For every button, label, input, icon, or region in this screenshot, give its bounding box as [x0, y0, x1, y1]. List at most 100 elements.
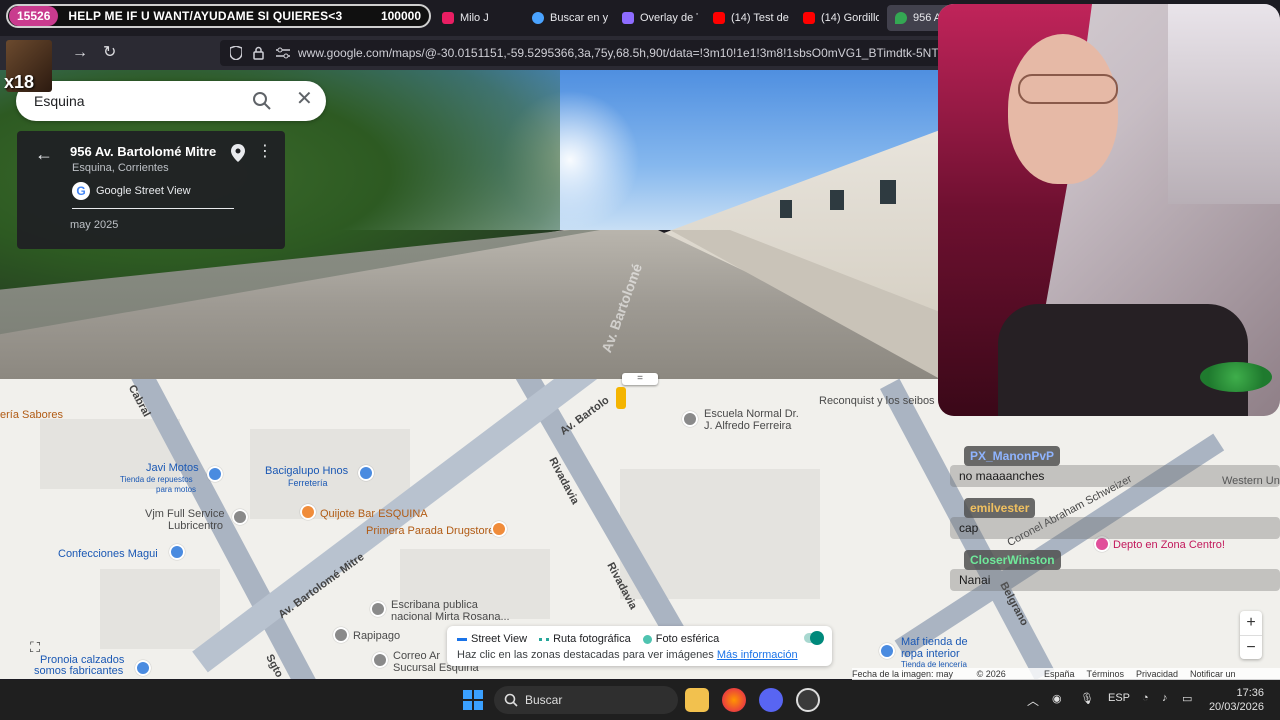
chat-message-text: cap — [959, 521, 979, 535]
shopping-bag-icon[interactable] — [135, 660, 151, 676]
bar-icon[interactable] — [491, 521, 507, 537]
shopping-bag-icon[interactable] — [879, 643, 895, 659]
payment-icon[interactable] — [333, 627, 349, 643]
discord-icon[interactable] — [759, 688, 783, 712]
legend-note: Haz clic en las zonas destacadas para ve… — [457, 649, 798, 661]
more-info-link[interactable]: Más información — [717, 649, 798, 661]
zoom-out-button[interactable]: − — [1240, 635, 1262, 659]
forward-icon[interactable]: → — [72, 44, 88, 62]
poi-maf[interactable]: Maf tienda de — [901, 636, 968, 648]
firefox-icon[interactable] — [722, 688, 746, 712]
chat-message-text: Nanai — [959, 573, 991, 587]
notary-icon[interactable] — [370, 601, 386, 617]
legend-label: Ruta fotográfica — [553, 633, 631, 645]
taskbar-search[interactable]: Buscar — [494, 686, 678, 714]
tab-test[interactable]: (14) Test de — [713, 5, 789, 31]
youtube-favicon-icon — [713, 12, 725, 24]
tab-milo-j[interactable]: Milo J — [442, 5, 489, 31]
shield-icon[interactable] — [230, 46, 242, 60]
windows-start-icon[interactable] — [463, 690, 483, 710]
school-icon[interactable] — [682, 411, 698, 427]
more-options-icon[interactable]: ⋮ — [257, 144, 273, 160]
tab-overlay[interactable]: Overlay de T — [622, 5, 698, 31]
capture-date[interactable]: may 2025 — [70, 219, 118, 231]
overlay-multiplier: x18 — [4, 72, 35, 92]
lock-icon[interactable] — [253, 46, 264, 60]
poi-reconquist[interactable]: Reconquist y los seibos — [819, 395, 935, 407]
language-indicator[interactable]: ESP — [1108, 692, 1130, 704]
search-input[interactable]: Esquina — [34, 93, 85, 109]
poi-correo[interactable]: Correo Ar — [393, 650, 440, 662]
image-date: Fecha de la imagen: may 2025 — [852, 669, 954, 691]
tab-gordillo[interactable]: (14) Gordillo — [803, 5, 879, 31]
chevron-up-icon[interactable]: ︿ — [1027, 692, 1039, 709]
search-icon[interactable] — [252, 91, 272, 111]
map-footer: Fecha de la imagen: may 2025 © 2026 Goog… — [852, 668, 1280, 691]
poi-bacigalupo[interactable]: Bacigalupo Hnos — [265, 465, 348, 477]
youtube-favicon-icon — [803, 12, 815, 24]
poi-quijote[interactable]: Quijote Bar ESQUINA — [320, 508, 428, 520]
place-subtitle: Esquina, Corrientes — [72, 162, 169, 174]
shopping-bag-icon[interactable] — [358, 465, 374, 481]
divider — [72, 208, 234, 209]
back-arrow-icon[interactable]: ← — [35, 144, 53, 165]
legend-foto: Foto esférica — [642, 633, 719, 645]
file-explorer-icon[interactable] — [685, 688, 709, 712]
poi-escuela-2: J. Alfredo Ferreira — [704, 420, 792, 432]
wifi-icon[interactable]: ◔ — [1142, 692, 1149, 704]
google-logo-icon: G — [72, 182, 90, 200]
webcam-face — [1008, 34, 1118, 184]
reload-icon[interactable]: ↻ — [103, 44, 116, 62]
poi-confecciones[interactable]: Confecciones Magui — [58, 548, 158, 560]
chat-message: no maaaanches — [950, 465, 1280, 487]
chat-message: cap — [950, 517, 1280, 539]
post-office-icon[interactable] — [372, 652, 388, 668]
poi-bacigalupo-sub: Ferretería — [288, 478, 328, 488]
close-icon[interactable]: ✕ — [296, 89, 313, 109]
poi-vjm-2: Lubricentro — [168, 520, 224, 532]
country-link[interactable]: España — [1044, 668, 1075, 680]
poi-rapipago[interactable]: Rapipago — [353, 630, 400, 642]
discord-tray-icon[interactable]: ◉ — [1052, 692, 1062, 705]
shopping-bag-icon[interactable] — [207, 466, 223, 482]
poi-depto[interactable]: Depto en Zona Centro! — [1113, 539, 1225, 551]
poi-javi-motos[interactable]: Javi Motos — [146, 462, 199, 474]
street-view-toggle[interactable] — [804, 631, 824, 645]
copyright: © 2026 Google — [976, 669, 1006, 691]
poi-vjm[interactable]: Vjm Full Service — [145, 508, 224, 520]
microphone-icon[interactable]: 🎙 — [1080, 692, 1094, 705]
map-pin-icon[interactable] — [231, 144, 245, 162]
street-view-info-card: ← 956 Av. Bartolomé Mitre Esquina, Corri… — [17, 131, 285, 249]
bar-icon[interactable] — [300, 504, 316, 520]
taskbar-search-label: Buscar — [525, 693, 563, 707]
privacy-link[interactable]: Privacidad — [1136, 668, 1178, 680]
volume-icon[interactable]: ♪ — [1162, 692, 1168, 704]
permissions-icon[interactable] — [276, 47, 290, 59]
line-swatch — [457, 637, 467, 641]
maps-favicon-icon — [895, 12, 907, 24]
split-resize-handle[interactable]: = — [622, 373, 658, 385]
report-link[interactable]: Notificar un problema — [1190, 668, 1268, 691]
poi-escuela[interactable]: Escuela Normal Dr. — [704, 408, 799, 420]
search-box[interactable]: Esquina ✕ — [16, 81, 326, 121]
chat-message-text: no maaaanches — [959, 469, 1045, 483]
zoom-in-button[interactable]: + — [1240, 611, 1262, 635]
chat-message: Nanai — [950, 569, 1280, 591]
clock[interactable]: 17:36 20/03/2026 — [1206, 686, 1264, 714]
tab-buscar[interactable]: Buscar en ya — [532, 5, 608, 31]
obs-icon[interactable] — [796, 688, 820, 712]
poi-escribana[interactable]: Escribana publica — [391, 599, 478, 611]
shield-favicon-icon — [622, 12, 634, 24]
goal-target: 100000 — [380, 9, 421, 23]
pegman-icon[interactable] — [616, 387, 626, 409]
webcam-feed — [938, 4, 1280, 416]
poi-primera-parada[interactable]: Primera Parada Drugstore — [366, 525, 494, 537]
shopping-bag-icon[interactable] — [169, 544, 185, 560]
poi-heladeria[interactable]: ería Sabores — [0, 409, 63, 421]
fullscreen-icon[interactable]: ⛶ — [24, 636, 46, 658]
building-window — [830, 190, 844, 210]
battery-icon[interactable]: ▭ — [1182, 692, 1192, 705]
terms-link[interactable]: Términos — [1086, 668, 1124, 680]
service-icon[interactable] — [232, 509, 248, 525]
youtube-favicon-icon — [442, 12, 454, 24]
